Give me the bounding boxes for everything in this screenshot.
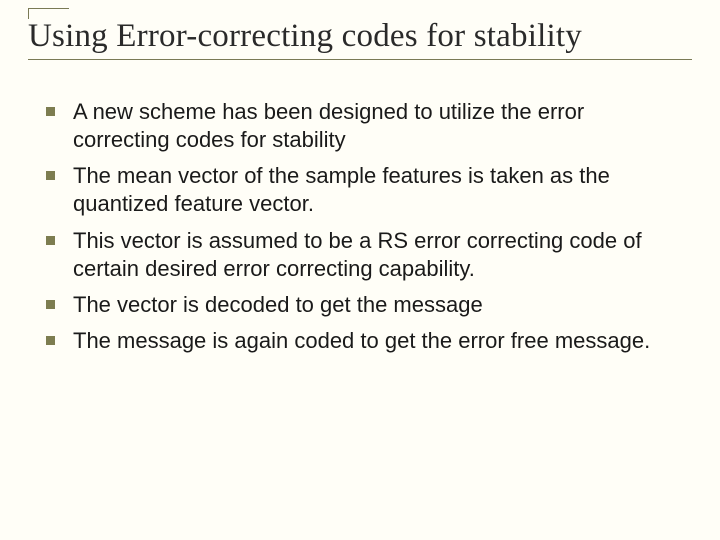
slide-title: Using Error-correcting codes for stabili… — [28, 18, 692, 55]
slide: Using Error-correcting codes for stabili… — [0, 0, 720, 540]
content-area: A new scheme has been designed to utiliz… — [28, 98, 692, 355]
bullet-icon — [46, 300, 55, 309]
list-item: The vector is decoded to get the message — [46, 291, 674, 319]
bullet-icon — [46, 107, 55, 116]
title-container: Using Error-correcting codes for stabili… — [28, 18, 692, 60]
bullet-text: The message is again coded to get the er… — [73, 327, 674, 355]
list-item: This vector is assumed to be a RS error … — [46, 227, 674, 283]
bullet-icon — [46, 171, 55, 180]
list-item: A new scheme has been designed to utiliz… — [46, 98, 674, 154]
bullet-text: The vector is decoded to get the message — [73, 291, 674, 319]
bullet-list: A new scheme has been designed to utiliz… — [46, 98, 674, 355]
bullet-icon — [46, 236, 55, 245]
list-item: The message is again coded to get the er… — [46, 327, 674, 355]
list-item: The mean vector of the sample features i… — [46, 162, 674, 218]
bullet-icon — [46, 336, 55, 345]
bullet-text: A new scheme has been designed to utiliz… — [73, 98, 674, 154]
bullet-text: This vector is assumed to be a RS error … — [73, 227, 674, 283]
bullet-text: The mean vector of the sample features i… — [73, 162, 674, 218]
